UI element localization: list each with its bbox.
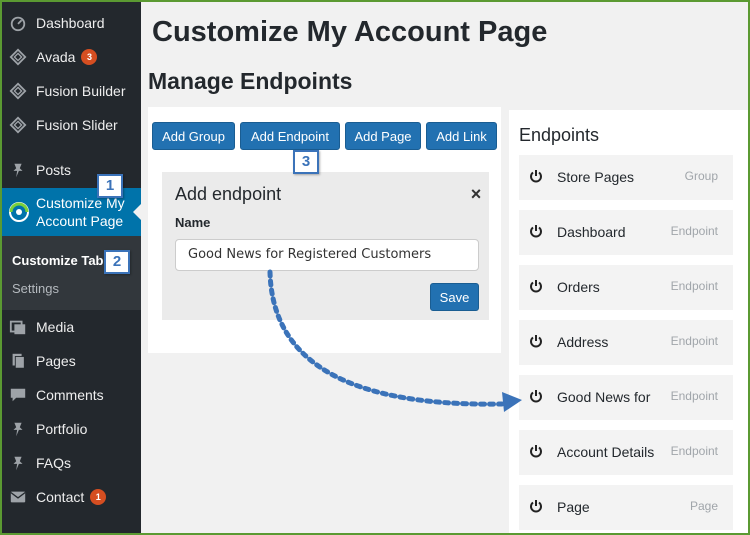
- power-icon[interactable]: [529, 499, 543, 513]
- screenshot-frame: Dashboard Avada 3 Fusion Builder Fusion …: [0, 0, 750, 535]
- power-icon[interactable]: [529, 334, 543, 348]
- section-title: Manage Endpoints: [148, 68, 353, 94]
- endpoint-name: Dashboard: [557, 224, 626, 240]
- endpoint-type: Endpoint: [670, 334, 718, 348]
- fusion-slider-icon: [8, 115, 28, 135]
- sidebar-item-portfolio[interactable]: Portfolio: [2, 412, 141, 446]
- sidebar-item-label: Customize My Account Page: [36, 195, 125, 229]
- sidebar-item-fusion-slider[interactable]: Fusion Slider: [2, 108, 141, 142]
- add-group-button[interactable]: Add Group: [152, 122, 235, 150]
- endpoint-item[interactable]: Store Pages Group: [519, 155, 733, 200]
- sidebar-item-faqs[interactable]: FAQs: [2, 446, 141, 480]
- endpoint-item[interactable]: Good News for Endpoint: [519, 375, 733, 420]
- sidebar-item-label: FAQs: [36, 455, 72, 471]
- submenu-item-settings[interactable]: Settings: [12, 281, 59, 296]
- sidebar-item-label: Dashboard: [36, 15, 105, 31]
- sidebar-item-dashboard[interactable]: Dashboard: [2, 6, 141, 40]
- power-icon[interactable]: [529, 279, 543, 293]
- avada-icon: [8, 47, 28, 67]
- sidebar-item-label: Pages: [36, 353, 76, 369]
- power-icon[interactable]: [529, 169, 543, 183]
- page-title: Customize My Account Page: [152, 16, 548, 48]
- power-icon[interactable]: [529, 224, 543, 238]
- pin-icon: [8, 160, 28, 180]
- endpoint-type: Endpoint: [670, 224, 718, 238]
- sidebar-item-label: Portfolio: [36, 421, 88, 437]
- add-link-button[interactable]: Add Link: [426, 122, 497, 150]
- endpoint-name: Page: [557, 499, 590, 515]
- endpoint-name-input[interactable]: Good News for Registered Customers: [175, 239, 479, 271]
- endpoint-item[interactable]: Dashboard Endpoint: [519, 210, 733, 255]
- mail-icon: [8, 487, 28, 507]
- pin-icon: [8, 453, 28, 473]
- submenu-item-customize-tabs[interactable]: Customize Tabs: [12, 253, 111, 268]
- endpoint-name: Store Pages: [557, 169, 635, 185]
- endpoint-name: Address: [557, 334, 609, 350]
- step-marker: 3: [293, 150, 319, 174]
- fusion-builder-icon: [8, 81, 28, 101]
- power-icon[interactable]: [529, 389, 543, 403]
- add-endpoint-button[interactable]: Add Endpoint: [240, 122, 340, 150]
- sidebar-item-label: Fusion Slider: [36, 117, 118, 133]
- endpoint-name: Orders: [557, 279, 600, 295]
- endpoint-type: Page: [689, 499, 718, 513]
- dialog-title: Add endpoint: [175, 184, 282, 204]
- pages-icon: [8, 351, 28, 371]
- comments-icon: [8, 385, 28, 405]
- sidebar-item-avada[interactable]: Avada 3: [2, 40, 141, 74]
- sidebar-item-label: Fusion Builder: [36, 83, 126, 99]
- sidebar-item-contact[interactable]: Contact 1: [2, 480, 141, 514]
- sidebar-item-label: Media: [36, 319, 75, 335]
- endpoint-item[interactable]: Address Endpoint: [519, 320, 733, 365]
- endpoint-name: Account Details: [557, 444, 655, 460]
- sidebar-item-media[interactable]: Media: [2, 310, 141, 344]
- sidebar-item-label: Contact: [36, 489, 85, 505]
- step-marker: 1: [97, 174, 123, 198]
- sidebar-item-fusion-builder[interactable]: Fusion Builder: [2, 74, 141, 108]
- sidebar-item-label: Comments: [36, 387, 104, 403]
- endpoint-item[interactable]: Account Details Endpoint: [519, 430, 733, 475]
- add-endpoint-dialog: Add endpoint × Name Good News for Regist…: [162, 172, 489, 320]
- add-page-button[interactable]: Add Page: [345, 122, 421, 150]
- customize-icon: [8, 201, 30, 223]
- media-icon: [8, 317, 28, 337]
- endpoint-type: Endpoint: [670, 444, 718, 458]
- endpoint-name: Good News for: [557, 389, 651, 405]
- step-marker: 2: [104, 250, 130, 274]
- save-button[interactable]: Save: [430, 283, 479, 311]
- dashboard-icon: [8, 13, 28, 33]
- endpoint-type: Endpoint: [670, 389, 718, 403]
- pin-icon: [8, 419, 28, 439]
- sidebar-item-comments[interactable]: Comments: [2, 378, 141, 412]
- endpoint-type: Endpoint: [670, 279, 718, 293]
- name-field-label: Name: [175, 215, 211, 230]
- update-count-badge: 3: [81, 49, 98, 65]
- sidebar-item-label: Posts: [36, 162, 72, 178]
- sidebar-item-pages[interactable]: Pages: [2, 344, 141, 378]
- sidebar-item-label: Avada: [36, 49, 76, 65]
- endpoints-heading: Endpoints: [519, 125, 600, 145]
- contact-count-badge: 1: [90, 489, 107, 505]
- endpoint-item[interactable]: Page Page: [519, 485, 733, 530]
- endpoint-type: Group: [684, 169, 718, 183]
- endpoint-item[interactable]: Orders Endpoint: [519, 265, 733, 310]
- active-menu-pointer: [133, 204, 141, 220]
- power-icon[interactable]: [529, 444, 543, 458]
- close-icon[interactable]: ×: [467, 184, 485, 205]
